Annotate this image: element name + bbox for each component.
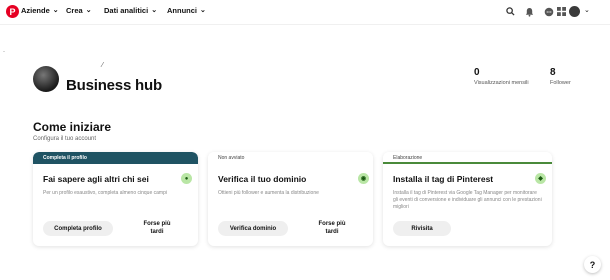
bell-icon[interactable] [524,6,535,17]
account-chevron-down-icon[interactable]: ⌄ [584,6,590,14]
menu-aziende-label: Aziende [21,6,50,15]
card-verify-domain: Non avviato Verifica il tuo dominio ◉ Ot… [208,152,373,246]
stat-monthly-views-value: 0 [474,67,480,78]
card-description: Installa il tag di Pinterest via Google … [393,190,542,210]
card-title: Verifica il tuo dominio [218,174,307,184]
user-avatar[interactable] [569,6,580,17]
stat-followers-value: 8 [550,67,556,78]
menu-crea-label: Crea [66,6,83,15]
section-title: Come iniziare [33,120,112,134]
chat-icon[interactable] [543,6,554,17]
top-navigation-bar: P Aziende ⌄ Crea ⌄ Dati analitici ⌄ Annu… [0,0,610,25]
menu-dati-analitici[interactable]: Dati analitici ⌄ [104,6,157,15]
card-status-label: Completa il profilo [33,152,198,164]
stat-monthly-views-label: Visualizzazioni mensili [474,80,529,86]
menu-dati-analitici-label: Dati analitici [104,6,149,15]
edge-marker: - [3,49,5,55]
card-title: Fai sapere agli altri chi sei [43,174,149,184]
chevron-down-icon: ⌄ [151,7,158,14]
stat-followers[interactable]: 8 Follower [550,67,571,86]
card-progress-accent [383,162,552,164]
card-description: Per un profilo esaustivo, completa almen… [43,190,167,196]
card-title: Installa il tag di Pinterest [393,174,494,184]
pinterest-logo[interactable]: P [6,5,19,18]
profile-check-icon: ● [181,173,192,184]
section-subtitle: Configura il tuo account [33,136,97,142]
menu-aziende[interactable]: Aziende ⌄ [21,6,59,15]
globe-icon: ◉ [358,173,369,184]
card-install-tag: Elaborazione Installa il tag di Pinteres… [383,152,552,246]
stat-monthly-views[interactable]: 0 Visualizzazioni mensili [474,67,529,86]
help-button[interactable]: ? [584,256,601,273]
card-complete-profile: Completa il profilo Fai sapere agli altr… [33,152,198,246]
card-status-label: Non avviato [208,152,373,164]
search-icon[interactable] [505,6,516,17]
card-description: Ottieni più follower e aumenta la distri… [218,190,319,196]
verify-domain-button[interactable]: Verifica dominio [218,221,288,236]
edit-pencil-icon[interactable]: ⁄ [102,62,103,69]
revisit-button[interactable]: Rivisita [393,221,451,236]
profile-avatar[interactable] [33,66,59,92]
tag-icon: ◆ [535,173,546,184]
maybe-later-button[interactable]: Forse più tardi [137,220,177,236]
chevron-down-icon: ⌄ [52,7,59,14]
chevron-down-icon: ⌄ [200,7,206,14]
menu-annunci-label: Annunci [167,6,197,15]
maybe-later-button[interactable]: Forse più tardi [312,220,352,236]
page-title: Business hub [66,77,162,94]
menu-annunci[interactable]: Annunci ⌄ [167,6,206,15]
apps-grid-icon[interactable] [556,6,567,17]
stat-followers-label: Follower [550,80,571,86]
complete-profile-button[interactable]: Completa profilo [43,221,113,236]
chevron-down-icon: ⌄ [85,7,92,14]
menu-crea[interactable]: Crea ⌄ [66,6,92,15]
